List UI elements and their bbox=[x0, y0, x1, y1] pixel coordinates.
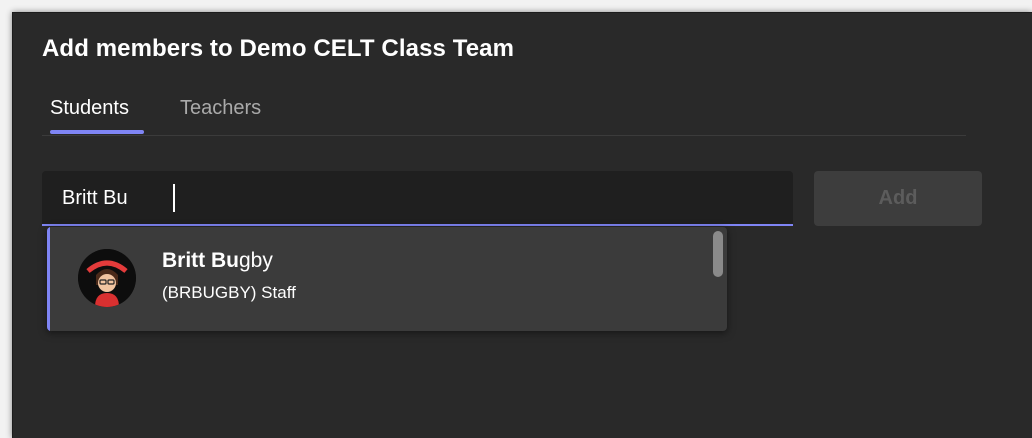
scrollbar-thumb[interactable] bbox=[713, 231, 723, 277]
avatar-graphic bbox=[78, 249, 136, 307]
text-cursor bbox=[173, 184, 175, 212]
suggestion-item[interactable]: Britt Bugby (BRBUGBY) Staff bbox=[47, 227, 709, 331]
dialog-title: Add members to Demo CELT Class Team bbox=[42, 35, 515, 62]
suggestion-subtitle: (BRBUGBY) Staff bbox=[162, 283, 296, 302]
suggestions-scrollbar[interactable] bbox=[713, 227, 723, 331]
selected-tab-indicator bbox=[50, 130, 144, 134]
tab-teachers[interactable]: Teachers bbox=[180, 97, 261, 136]
suggestion-name: Britt Bugby bbox=[162, 249, 273, 273]
suggestions-dropdown: Britt Bugby (BRBUGBY) Staff bbox=[47, 227, 727, 331]
member-search-field[interactable] bbox=[42, 171, 793, 226]
member-type-tabs: Students Teachers bbox=[42, 97, 966, 136]
add-button[interactable]: Add bbox=[814, 171, 982, 226]
cartoon-avatar-icon bbox=[78, 249, 136, 307]
suggestion-name-match: Britt Bu bbox=[162, 249, 239, 272]
add-members-dialog: Add members to Demo CELT Class Team Stud… bbox=[12, 12, 1032, 438]
suggestion-name-rest: gby bbox=[239, 249, 273, 272]
member-search-input[interactable] bbox=[42, 171, 793, 224]
selection-indicator bbox=[47, 227, 50, 331]
